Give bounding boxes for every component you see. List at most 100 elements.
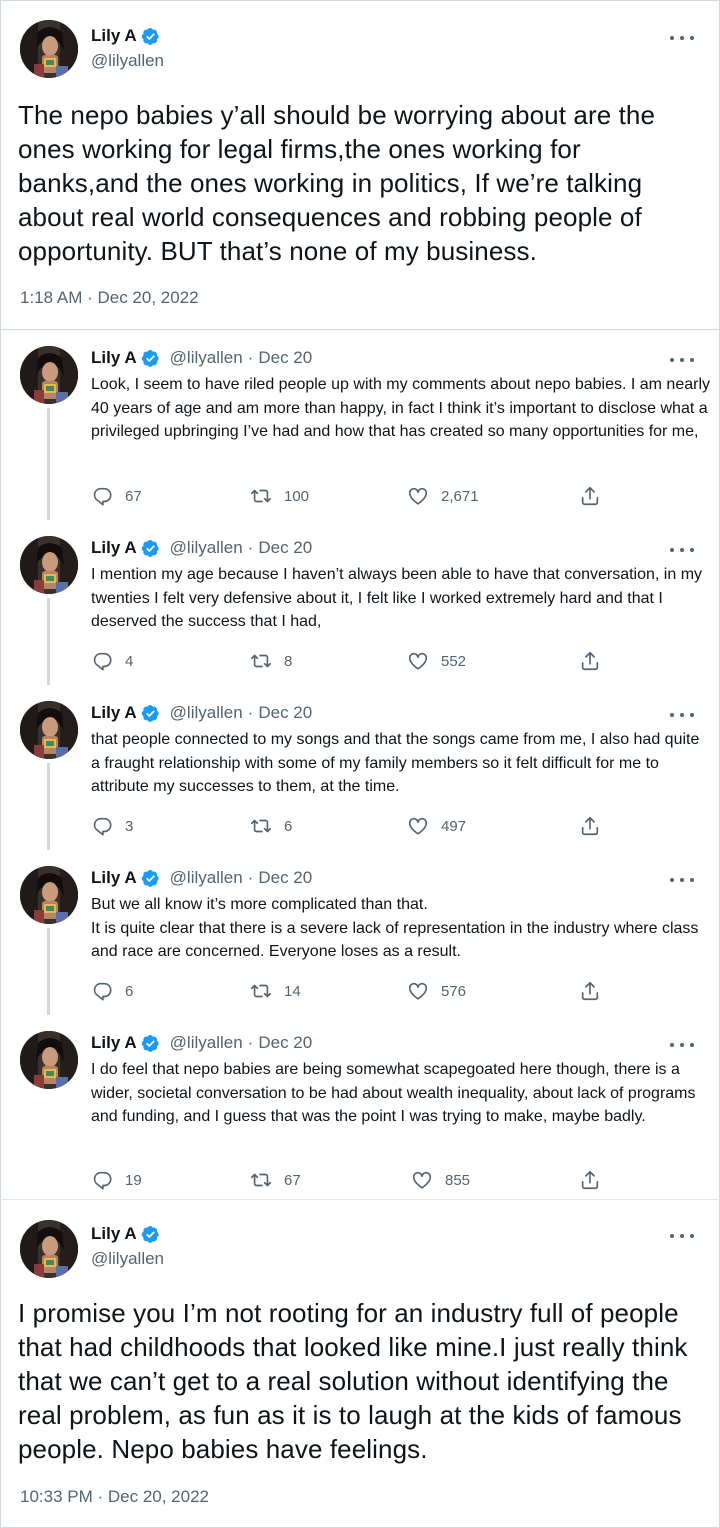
avatar[interactable] [20,346,78,404]
more-options-icon[interactable] [670,354,694,366]
verified-badge-icon [141,539,160,558]
retweet-button[interactable]: 6 [250,815,292,837]
separator-dot: · [247,703,254,722]
avatar[interactable] [20,1031,78,1089]
share-icon [579,980,601,1002]
author-name[interactable]: Lily A [91,1224,137,1244]
author-handle[interactable]: @lilyallen [170,703,243,723]
tweet-timestamp[interactable]: 10:33 PM · Dec 20, 2022 [20,1487,209,1507]
author-handle-row: @lilyallen [91,1249,164,1269]
action-bar: 3 6 497 [91,815,611,837]
reply-date[interactable]: Dec 20 [258,1033,312,1053]
author-name[interactable]: Lily A [91,348,137,368]
retweet-button[interactable]: 8 [250,650,292,672]
avatar-image [20,1220,78,1278]
reply-date[interactable]: Dec 20 [258,538,312,558]
more-options-icon[interactable] [670,544,694,556]
author-name[interactable]: Lily A [91,703,137,723]
reply-text: I mention my age because I haven’t alway… [91,566,703,630]
avatar-image [20,536,78,594]
reply-tweet[interactable]: Lily A @lilyallen · Dec 20 I do feel tha… [0,1015,720,1200]
reply-icon [91,1169,113,1191]
more-options-icon[interactable] [670,709,694,721]
reply-date[interactable]: Dec 20 [258,703,312,723]
tweet-timestamp[interactable]: 1:18 AM · Dec 20, 2022 [20,288,199,308]
reply-button[interactable]: 3 [91,815,133,837]
author-handle[interactable]: @lilyallen [170,1033,243,1053]
author-handle[interactable]: @lilyallen [91,51,164,71]
author-row: Lily A @lilyallen · Dec 20 [91,1033,312,1053]
more-options-icon[interactable] [670,874,694,886]
more-options-icon[interactable] [670,1039,694,1051]
avatar-image [20,20,78,78]
retweet-icon [250,1169,272,1191]
like-button[interactable]: 552 [407,650,466,672]
avatar[interactable] [20,536,78,594]
verified-badge-icon [141,704,160,723]
reply-tweet[interactable]: Lily A @lilyallen · Dec 20 Look, I seem … [0,330,720,520]
reply-tweet[interactable]: Lily A @lilyallen · Dec 20 But we all kn… [0,850,720,1015]
author-handle-row: @lilyallen [91,51,164,71]
reply-button[interactable]: 4 [91,650,133,672]
verified-badge-icon [141,869,160,888]
author-name-row: Lily A [91,1224,160,1244]
like-button[interactable]: 497 [407,815,466,837]
share-button[interactable] [579,980,601,1002]
main-tweet[interactable]: Lily A @lilyallen The nepo babies y’all … [0,0,720,330]
like-count: 497 [441,817,467,835]
reply-date[interactable]: Dec 20 [258,868,312,888]
author-handle[interactable]: @lilyallen [91,1249,164,1269]
author-handle[interactable]: @lilyallen [170,868,243,888]
author-name[interactable]: Lily A [91,26,137,46]
author-row: Lily A @lilyallen · Dec 20 [91,868,312,888]
author-row: Lily A @lilyallen · Dec 20 [91,348,312,368]
author-name[interactable]: Lily A [91,538,137,558]
like-button[interactable]: 2,671 [407,485,479,507]
verified-badge-icon [141,1225,160,1244]
retweet-button[interactable]: 67 [250,1169,301,1191]
avatar[interactable] [20,20,78,78]
reply-tweet[interactable]: Lily A @lilyallen · Dec 20 that people c… [0,685,720,850]
reply-text: But we all know it’s more complicated th… [91,896,699,960]
reply-text: Look, I seem to have riled people up wit… [91,376,711,440]
reply-button[interactable]: 67 [91,485,142,507]
share-button[interactable] [579,1169,601,1191]
author-name[interactable]: Lily A [91,868,137,888]
avatar[interactable] [20,866,78,924]
retweet-button[interactable]: 14 [250,980,301,1002]
reply-button[interactable]: 6 [91,980,133,1002]
retweet-count: 67 [284,1171,301,1189]
share-button[interactable] [579,650,601,672]
share-button[interactable] [579,485,601,507]
reply-icon [91,485,113,507]
like-button[interactable]: 855 [411,1169,470,1191]
final-tweet[interactable]: Lily A @lilyallen I promise you I’m not … [0,1200,720,1528]
author-name[interactable]: Lily A [91,1033,137,1053]
author-name-row: Lily A [91,26,160,46]
share-icon [579,815,601,837]
heart-icon [407,650,429,672]
retweet-button[interactable]: 100 [250,485,309,507]
separator-dot: · [247,1033,254,1052]
avatar-image [20,701,78,759]
author-handle[interactable]: @lilyallen [170,348,243,368]
thread-connector [47,408,50,520]
reply-count: 4 [125,652,134,670]
avatar[interactable] [20,701,78,759]
action-bar: 6 14 576 [91,980,611,1002]
heart-icon [407,980,429,1002]
share-button[interactable] [579,815,601,837]
action-bar: 67 100 2,671 [91,485,611,507]
avatar[interactable] [20,1220,78,1278]
more-options-icon[interactable] [670,32,694,44]
reply-button[interactable]: 19 [91,1169,142,1191]
author-handle[interactable]: @lilyallen [170,538,243,558]
tweet-text: I promise you I’m not rooting for an ind… [18,1298,688,1464]
retweet-count: 14 [284,982,301,1000]
like-button[interactable]: 576 [407,980,466,1002]
more-options-icon[interactable] [670,1230,694,1242]
reply-tweet[interactable]: Lily A @lilyallen · Dec 20 I mention my … [0,520,720,685]
reply-date[interactable]: Dec 20 [258,348,312,368]
reply-count: 19 [125,1171,142,1189]
separator-dot: · [247,538,254,557]
